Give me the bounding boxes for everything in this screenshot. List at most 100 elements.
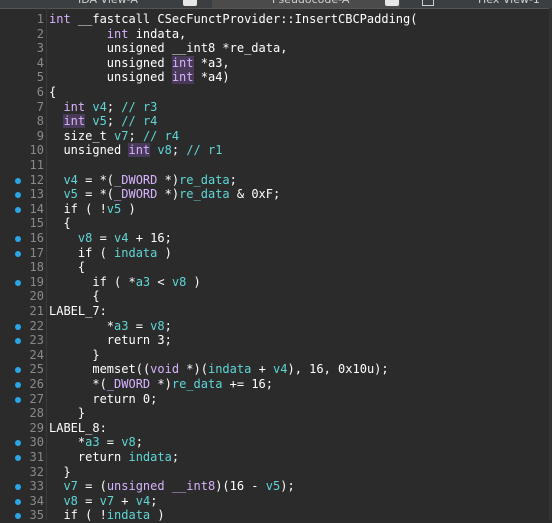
breakpoint-dot-icon[interactable]: [15, 440, 21, 447]
code-line[interactable]: 18 {: [0, 260, 552, 275]
code-line[interactable]: 16 v8 = v4 + 16;: [0, 231, 552, 246]
close-icon[interactable]: ×: [183, 0, 197, 6]
breakpoint-dot-icon[interactable]: [15, 484, 21, 491]
line-number: 19: [29, 274, 44, 289]
code-token: unsigned: [49, 55, 172, 70]
code-text: {: [49, 289, 99, 304]
tab-ida-view[interactable]: IDA View-A: [78, 0, 138, 8]
code-token: ;: [106, 99, 122, 114]
code-text: v8 = v4 + 16;: [49, 231, 172, 246]
code-line[interactable]: 29 LABEL_8:: [0, 421, 552, 436]
code-line[interactable]: 10 unsigned int v8; // r1: [0, 143, 552, 158]
line-number: 5: [36, 70, 44, 85]
code-text: *a3 = v8;: [49, 435, 143, 450]
breakpoint-dot-icon[interactable]: [15, 177, 21, 184]
code-line[interactable]: 23 return 3;: [0, 333, 552, 348]
code-line[interactable]: 26 *(_DWORD *)re_data += 16;: [0, 377, 552, 392]
code-line[interactable]: 12 v4 = *(_DWORD *)re_data;: [0, 173, 552, 188]
code-line[interactable]: 8 int v5; // r4: [0, 114, 552, 129]
code-line[interactable]: 27 return 0;: [0, 392, 552, 407]
code-token: =: [99, 435, 122, 450]
code-line[interactable]: 9 size_t v7; // r4: [0, 129, 552, 144]
tab-pseudocode-label: Pseudocode-A: [272, 0, 349, 8]
close-icon[interactable]: ×: [385, 0, 399, 6]
breakpoint-dot-icon[interactable]: [15, 250, 21, 257]
breakpoint-dot-icon[interactable]: [15, 323, 21, 330]
breakpoint-dot-icon[interactable]: [15, 206, 21, 213]
code-token: v4: [135, 493, 151, 508]
code-line[interactable]: 28 }: [0, 406, 552, 421]
line-number: 31: [29, 450, 44, 464]
code-token: if (: [49, 245, 115, 260]
breakpoint-dot-icon[interactable]: [15, 338, 21, 345]
code-line[interactable]: 22 *a3 = v8;: [0, 319, 552, 334]
code-token: int: [171, 70, 194, 85]
code-line[interactable]: 20 {: [0, 289, 552, 304]
breakpoint-dot-icon[interactable]: [15, 236, 21, 242]
code-line[interactable]: 34 v8 = v7 + v4;: [0, 494, 552, 509]
tab-pseudocode[interactable]: Pseudocode-A: [212, 0, 400, 8]
code-token: *): [157, 172, 180, 187]
code-token: v8: [121, 435, 136, 450]
code-line[interactable]: 4 unsigned int *a3,: [0, 55, 552, 71]
line-number: 15: [29, 216, 44, 231]
code-line[interactable]: 25 memset((void *)(indata + v4), 16, 0x1…: [0, 362, 552, 377]
code-text: v5 = *(_DWORD *)re_data & 0xF;: [49, 187, 280, 202]
code-line[interactable]: 24 }: [0, 348, 552, 363]
breakpoint-dot-icon[interactable]: [15, 367, 21, 374]
code-text: return 0;: [49, 392, 157, 407]
breakpoint-dot-icon[interactable]: [15, 279, 21, 286]
code-token: ;: [164, 318, 172, 333]
code-text: v7 = (unsigned __int8)(16 - v5);: [49, 479, 294, 494]
code-token: indata: [128, 450, 172, 464]
code-token: *a3,: [193, 55, 230, 70]
code-line[interactable]: 13 v5 = *(_DWORD *)re_data & 0xF;: [0, 187, 552, 202]
code-line[interactable]: 15 {: [0, 216, 552, 231]
line-number: 25: [29, 362, 44, 377]
line-number: 6: [36, 85, 44, 99]
code-line[interactable]: 30 *a3 = v8;: [0, 435, 552, 450]
code-token: int: [49, 12, 71, 26]
code-line[interactable]: 19 if ( *a3 < v8 ): [0, 275, 552, 290]
code-line[interactable]: 17 if ( indata ): [0, 246, 552, 261]
line-number: 23: [29, 333, 44, 348]
breakpoint-dot-icon[interactable]: [15, 455, 21, 461]
code-token: unsigned __int8: [106, 479, 216, 494]
code-line[interactable]: 7 int v4; // r3: [0, 100, 552, 115]
code-token: v7: [63, 479, 78, 494]
code-text: unsigned int *a3,: [49, 55, 230, 71]
code-line[interactable]: 6{: [0, 85, 552, 100]
code-token: if ( *: [49, 274, 136, 289]
code-line[interactable]: 35 if ( !indata ): [0, 508, 552, 523]
code-token: v4: [114, 231, 129, 245]
tab-hex-view[interactable]: Hex View-1: [478, 0, 540, 8]
breakpoint-dot-icon[interactable]: [15, 498, 21, 505]
code-line[interactable]: 5 unsigned int *a4): [0, 70, 552, 85]
code-line[interactable]: 11: [0, 158, 552, 173]
code-token: a3: [114, 318, 129, 333]
breakpoint-dot-icon[interactable]: [15, 396, 21, 403]
pseudocode-editor[interactable]: 1 int __fastcall CSecFunctProvider::Inser…: [0, 8, 552, 523]
code-line[interactable]: 31 return indata;: [0, 450, 552, 465]
code-line[interactable]: 33 v7 = (unsigned __int8)(16 - v5);: [0, 479, 552, 494]
line-number: 17: [29, 245, 44, 260]
code-token: ): [150, 508, 165, 523]
code-line[interactable]: 21 LABEL_7:: [0, 304, 552, 319]
code-token: int: [63, 99, 86, 114]
code-token: _DWORD: [114, 172, 158, 187]
code-text: v8 = v7 + v4;: [49, 494, 157, 509]
code-line[interactable]: 3 unsigned __int8 *re_data,: [0, 41, 552, 56]
code-token: + 16;: [128, 231, 172, 245]
breakpoint-dot-icon[interactable]: [15, 513, 21, 520]
code-line[interactable]: 32 }: [0, 465, 552, 480]
breakpoint-dot-icon[interactable]: [15, 192, 21, 199]
code-line[interactable]: 2 int indata,: [0, 27, 552, 42]
code-line[interactable]: 1 int __fastcall CSecFunctProvider::Inser…: [0, 12, 552, 27]
code-token: indata: [207, 362, 252, 377]
code-token: ;: [171, 450, 180, 464]
code-line[interactable]: 14 if ( !v5 ): [0, 202, 552, 217]
line-number: 10: [29, 143, 44, 158]
breakpoint-dot-icon[interactable]: [15, 382, 21, 388]
